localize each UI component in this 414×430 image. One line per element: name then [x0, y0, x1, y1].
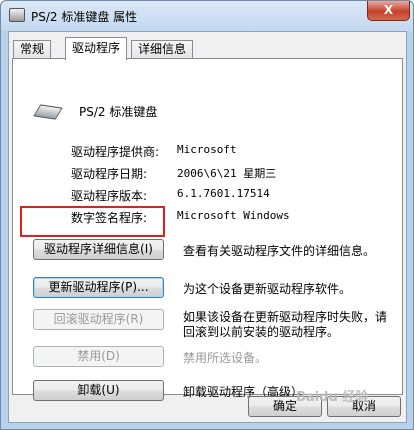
update-driver-desc: 为这个设备更新驱动程序软件。 [183, 282, 352, 296]
close-button[interactable]: X [367, 1, 410, 21]
info-value: Microsoft Windows [177, 209, 290, 222]
rollback-driver-button[interactable]: 回滚驱动程序(R) [33, 309, 164, 330]
properties-window: PS/2 标准键盘 属性 X 常规 驱动程序 详细信息 PS/2 标准键盘 驱动… [0, 0, 414, 430]
disable-device-button[interactable]: 禁用(D) [33, 346, 164, 367]
driver-details-button[interactable]: 驱动程序详细信息(I) [33, 239, 164, 260]
keyboard-icon [9, 8, 25, 22]
info-value: 2006\6\21 星期三 [177, 167, 277, 180]
update-driver-button[interactable]: 更新驱动程序(P)... [33, 277, 164, 298]
tab-general[interactable]: 常规 [13, 40, 52, 59]
uninstall-driver-button[interactable]: 卸载(U) [33, 380, 164, 401]
info-value: 6.1.7601.17514 [177, 187, 270, 200]
device-name: PS/2 标准键盘 [79, 105, 158, 119]
info-label: 驱动程序提供商: [71, 145, 160, 159]
title-bar[interactable]: PS/2 标准键盘 属性 X [1, 1, 413, 31]
info-value: Microsoft [177, 143, 237, 156]
highlight-annotation [20, 206, 165, 237]
tab-driver[interactable]: 驱动程序 [65, 37, 128, 60]
window-title: PS/2 标准键盘 属性 [31, 10, 138, 24]
tab-details[interactable]: 详细信息 [131, 40, 194, 59]
disable-desc: 禁用所选设备。 [183, 351, 268, 365]
info-label: 驱动程序版本: [71, 189, 148, 203]
keyboard-device-icon [33, 104, 63, 120]
info-label: 驱动程序日期: [71, 167, 148, 181]
watermark: Baidu 经验 [296, 390, 369, 405]
rollback-desc-line2: 回滚到以前安装的驱动程序。 [183, 325, 340, 339]
driver-details-desc: 查看有关驱动程序文件的详细信息。 [183, 244, 376, 258]
